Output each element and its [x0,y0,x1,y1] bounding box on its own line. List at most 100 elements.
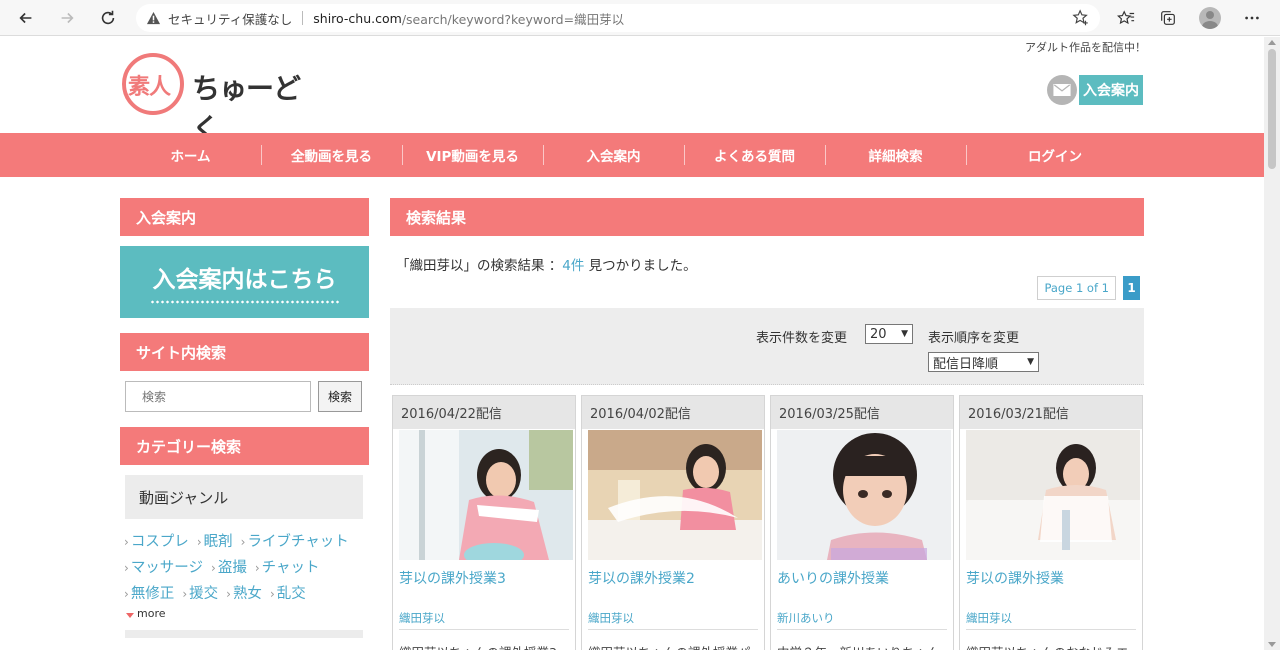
video-date: 2016/04/02配信 [582,396,764,429]
security-label[interactable]: セキュリティ保護なし [168,9,292,28]
video-date: 2016/03/21配信 [960,396,1142,429]
card-divider [966,629,1136,630]
site-tagline: アダルト作品を配信中！ [1025,41,1146,54]
chevron-down-icon: ▼ [1027,357,1034,367]
join-banner-label: 入会案内はこちら [152,267,337,293]
result-count: 4件 [562,258,585,274]
profile-avatar-icon[interactable] [1198,6,1222,30]
site-logo[interactable]: 素人 ちゅーどく [122,53,322,145]
join-banner-button[interactable]: 入会案内はこちら [120,246,369,318]
video-thumbnail[interactable] [399,430,573,560]
video-date: 2016/04/22配信 [393,396,575,429]
collections-icon[interactable] [1156,6,1180,30]
genre-tag[interactable]: 盗撮 [211,555,247,581]
nav-item-advanced-search[interactable]: 詳細検索 [825,133,966,177]
site-search-button[interactable]: 検索 [318,381,362,412]
result-suffix: 見つかりました。 [584,258,697,274]
genre-tag[interactable]: ライブチャット [241,529,348,555]
genre-tag[interactable]: 援交 [182,581,218,607]
site-search-input[interactable] [125,381,311,412]
genre-tag[interactable]: 熟女 [226,581,262,607]
card-divider [399,629,569,630]
video-actor[interactable]: 織田芽以 [966,610,1012,626]
result-prefix: 「織田芽以」の検索結果 ： [396,258,563,274]
back-arrow-icon[interactable] [12,4,40,32]
video-description: 織田芽以ちゃんのおなじみエ [966,642,1140,650]
nav-item-join[interactable]: 入会案内 [543,133,684,177]
forward-arrow-icon[interactable] [53,4,81,32]
genre-tag[interactable]: 無修正 [124,581,175,607]
card-divider [588,629,758,630]
genre-label: 動画ジャンル [125,475,363,519]
url-host: shiro-chu.com [313,10,402,26]
pagination: Page 1 of 1 1 [1037,276,1140,300]
video-thumbnail[interactable] [588,430,762,560]
header-join-link[interactable]: 入会案内 [1047,75,1143,105]
genre-tag-list: コスプレ 眠剤 ライブチャット マッサージ 盗撮 チャット 無修正 援交 熟女 … [120,529,365,620]
card-divider [777,629,947,630]
main-content: 検索結果 「織田芽以」の検索結果 ：4件 見つかりました。 Page 1 of … [390,198,1144,650]
video-actor[interactable]: 織田芽以 [399,610,445,626]
nav-item-home[interactable]: ホーム [120,133,261,177]
scroll-down-icon[interactable] [1268,642,1276,647]
result-summary: 「織田芽以」の検索結果 ：4件 見つかりました。 [396,254,1144,274]
genre-tag[interactable]: 乱交 [270,581,306,607]
video-title[interactable]: 芽以の課外授業 [966,568,1064,588]
page-scrollbar[interactable] [1264,37,1280,650]
genre-tag[interactable]: チャット [255,555,320,581]
genre-tag[interactable]: マッサージ [124,555,203,581]
per-page-value: 20 [870,326,887,342]
address-bar[interactable]: セキュリティ保護なし shiro-chu.com/search/keyword?… [136,4,1100,32]
results-heading: 検索結果 [390,198,1144,236]
video-card[interactable]: 2016/03/21配信 芽以の課外授業 織田芽以 織田芽以ちゃんのおなじみエ [959,395,1143,650]
video-title[interactable]: あいりの課外授業 [777,568,889,588]
nav-item-all-videos[interactable]: 全動画を見る [261,133,402,177]
sidebar-next-box [125,630,363,638]
logo-mark: 素人 [128,75,171,100]
favorites-icon[interactable] [1114,6,1138,30]
genre-tag[interactable]: コスプレ [124,529,189,555]
video-thumbnail[interactable] [777,430,951,560]
site-search: 検索 [120,381,369,412]
nav-item-vip-videos[interactable]: VIP動画を見る [402,133,543,177]
video-thumbnail[interactable] [966,430,1140,560]
video-actor[interactable]: 織田芽以 [588,610,634,626]
scroll-up-icon[interactable] [1268,40,1276,45]
header-join-label: 入会案内 [1079,75,1143,105]
video-title[interactable]: 芽以の課外授業2 [588,568,695,588]
sidebar-category-heading: カテゴリー検索 [120,427,369,465]
video-description: 織田芽以ちゃんの課外授業パ [588,642,762,650]
nav-item-login[interactable]: ログイン [966,133,1144,177]
video-actor[interactable]: 新川あいり [777,610,835,626]
sidebar-join-heading: 入会案内 [120,198,369,236]
video-description: 中学２年。新川あいりちゃん [777,642,951,650]
nav-item-faq[interactable]: よくある質問 [684,133,825,177]
address-divider [302,11,304,25]
sort-select[interactable]: 配信日降順 ▼ [928,352,1039,372]
more-link[interactable]: more [124,607,365,620]
pager-info: Page 1 of 1 [1037,276,1116,300]
more-menu-icon[interactable] [1240,6,1264,30]
favorite-add-icon[interactable] [1072,9,1090,27]
video-title[interactable]: 芽以の課外授業3 [399,568,506,588]
per-page-label: 表示件数を変更 [756,331,848,346]
triangle-down-icon [126,613,134,618]
sort-label: 表示順序を変更 [928,331,1020,346]
global-nav: ホーム 全動画を見る VIP動画を見る 入会案内 よくある質問 詳細検索 ログイ… [0,133,1264,177]
video-grid: 2016/04/22配信 芽以の課外授業3 織田芽以 織田芽以ちゃんの課外授業3 [390,395,1144,650]
video-date: 2016/03/25配信 [771,396,953,429]
web-page: アダルト作品を配信中！ 素人 ちゅーどく 入会案内 ホーム 全動画を見る VIP… [0,37,1264,650]
genre-tag[interactable]: 眠剤 [197,529,233,555]
scrollbar-thumb[interactable] [1268,49,1276,169]
pager-page-current[interactable]: 1 [1123,276,1140,300]
browser-toolbar: セキュリティ保護なし shiro-chu.com/search/keyword?… [0,0,1280,36]
video-card[interactable]: 2016/04/22配信 芽以の課外授業3 織田芽以 織田芽以ちゃんの課外授業3 [392,395,576,650]
sort-value: 配信日降順 [933,356,999,372]
video-card[interactable]: 2016/03/25配信 あいりの課外授業 新川あいり 中学２年。新川あいりちゃ… [770,395,954,650]
video-description: 織田芽以ちゃんの課外授業3 [399,642,573,650]
warning-icon [146,10,162,26]
video-card[interactable]: 2016/04/02配信 芽以の課外授業2 織田芽以 織田芽以ちゃんの課外授業パ [581,395,765,650]
per-page-select[interactable]: 20 ▼ [865,324,913,344]
more-label: more [137,607,166,620]
reload-icon[interactable] [94,4,122,32]
